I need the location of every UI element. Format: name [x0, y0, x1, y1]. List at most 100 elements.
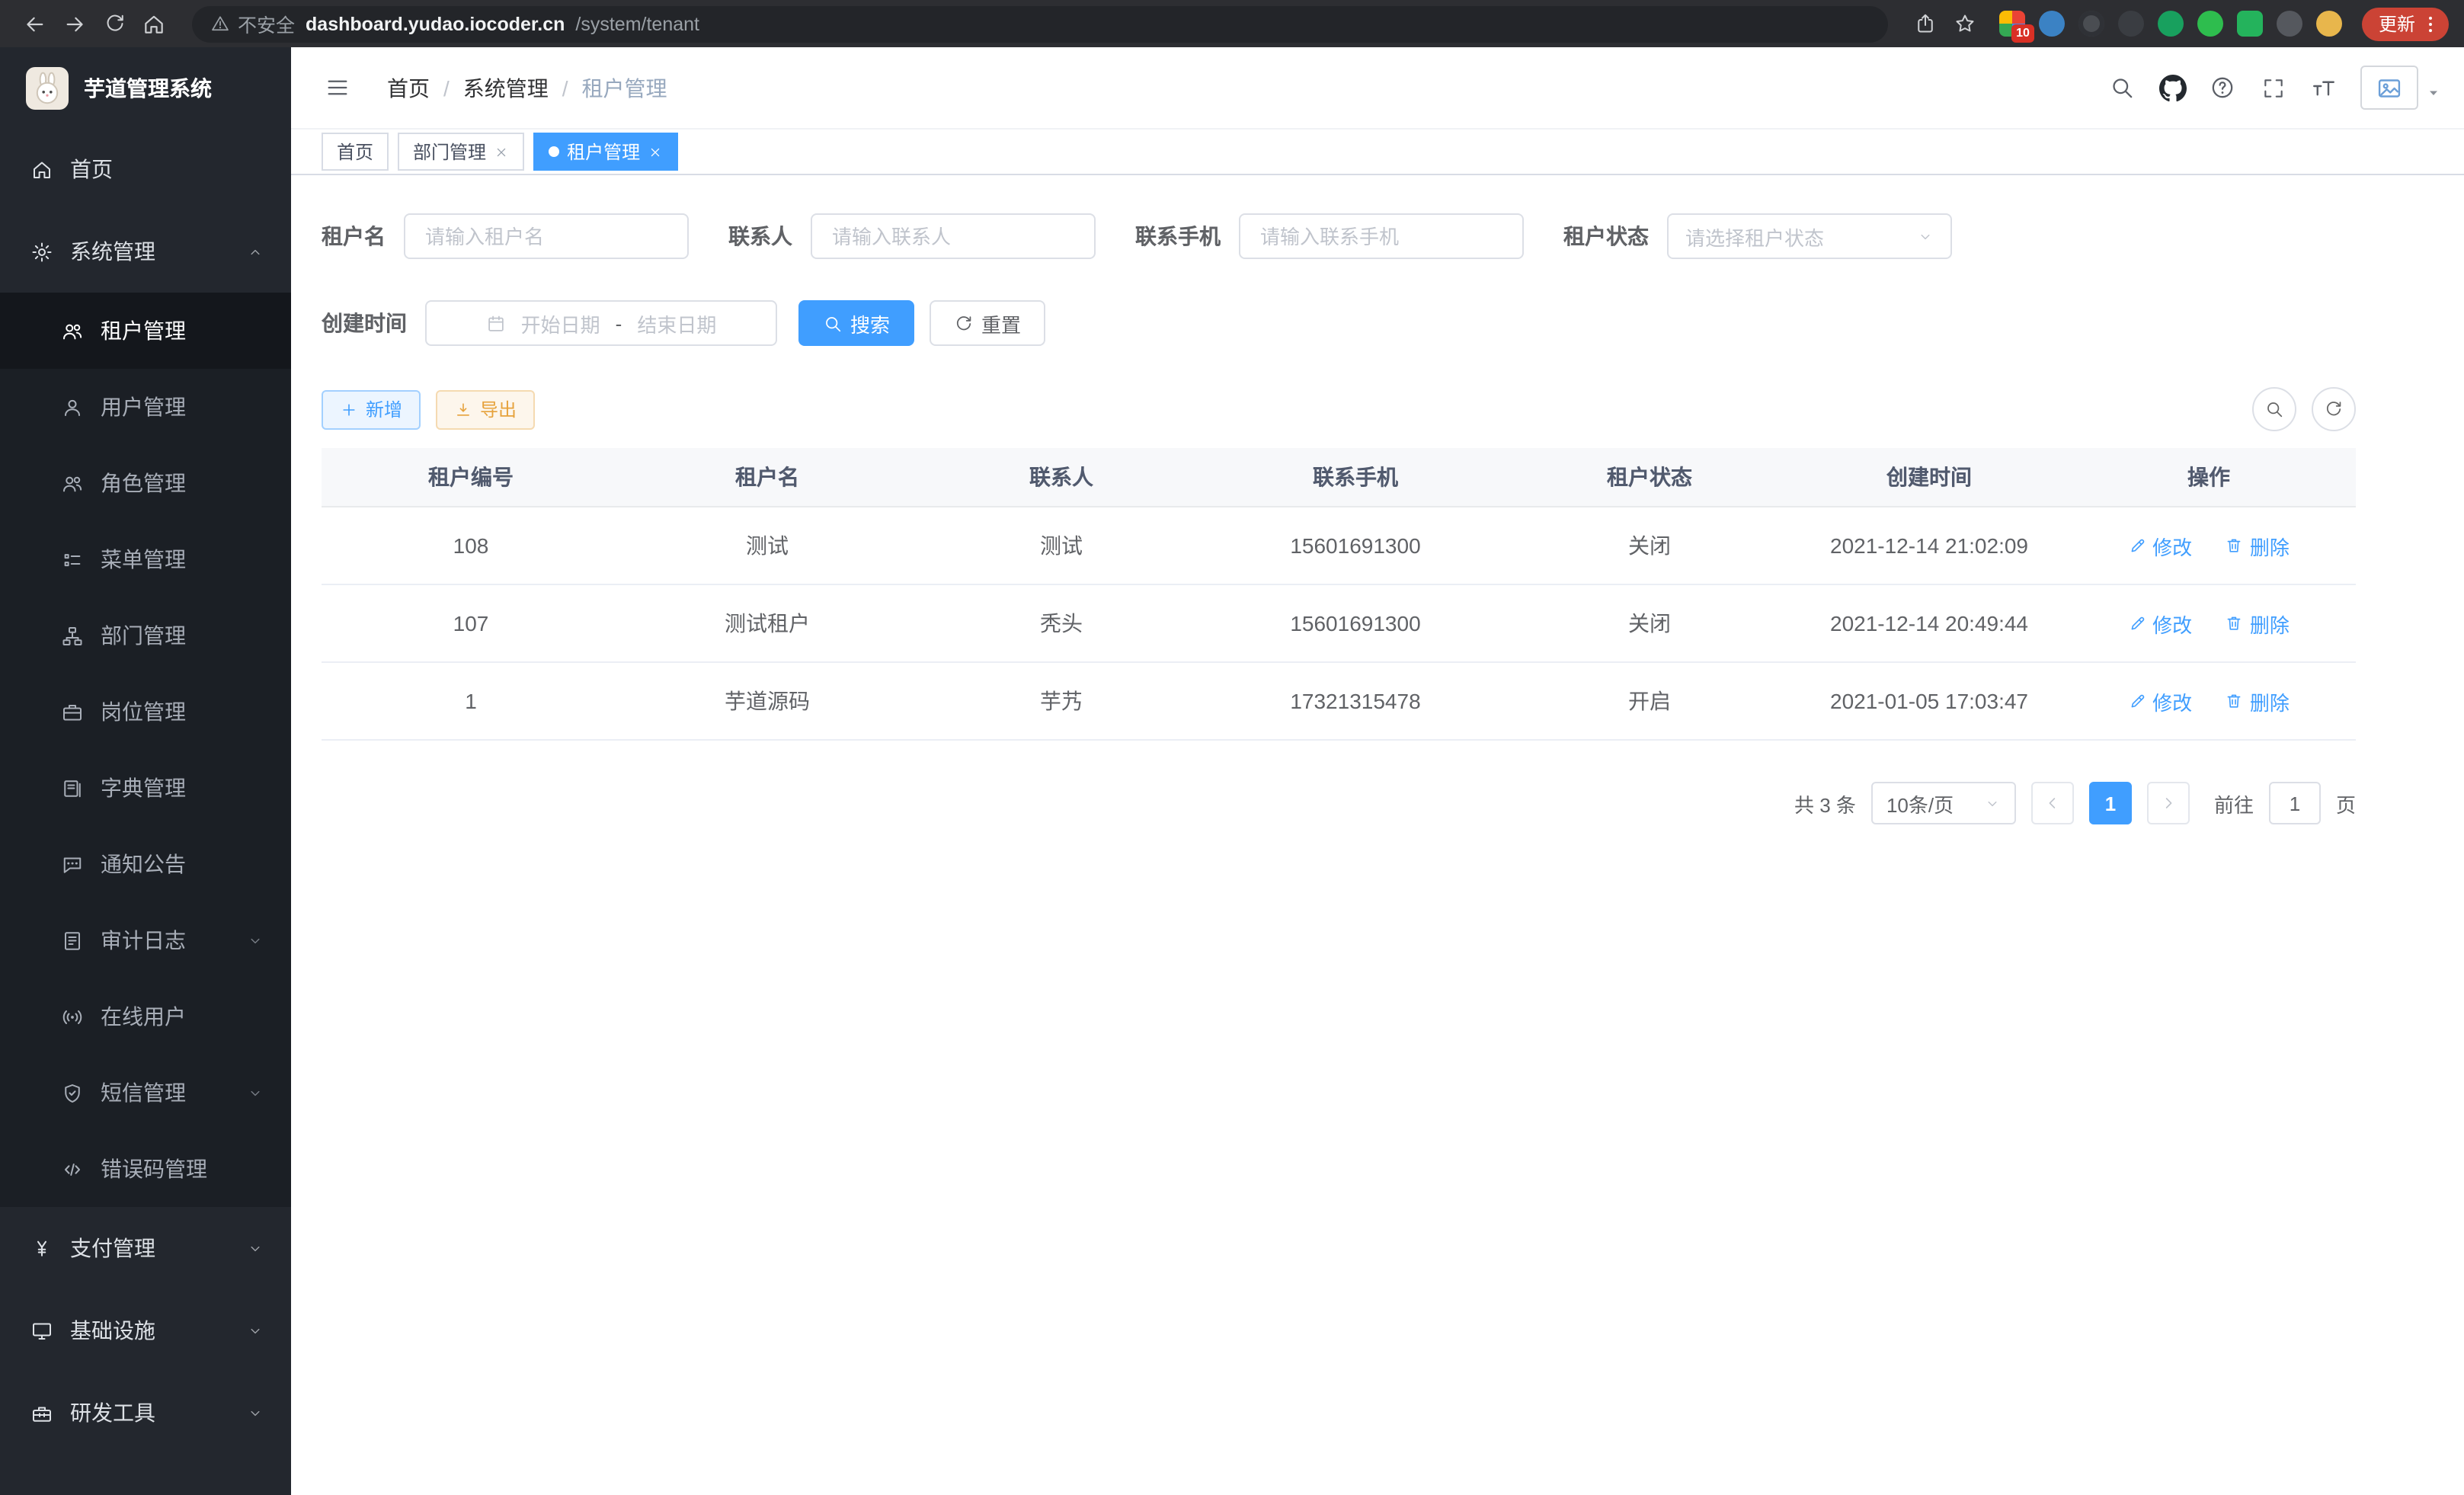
plus-icon: [340, 400, 358, 418]
edit-link[interactable]: 修改: [2128, 687, 2192, 715]
col-tenant-id: 租户编号: [322, 448, 620, 507]
sidebar-item-error-code-management[interactable]: 错误码管理: [0, 1131, 291, 1207]
tab-tenant-management[interactable]: 租户管理: [533, 133, 678, 171]
sidebar-item-audit-log[interactable]: 审计日志: [0, 902, 291, 978]
security-indicator[interactable]: 不安全: [210, 9, 295, 38]
contact-input[interactable]: [829, 223, 1077, 249]
sidebar-item-tenant-management[interactable]: 租户管理: [0, 293, 291, 369]
tab-label: 首页: [337, 139, 373, 165]
download-icon: [454, 400, 472, 418]
back-icon[interactable]: [15, 4, 55, 43]
status-select[interactable]: 请选择租户状态: [1667, 213, 1952, 259]
breadcrumb-home[interactable]: 首页: [387, 72, 430, 103]
sidebar-item-sms-management[interactable]: 短信管理: [0, 1055, 291, 1131]
edit-link[interactable]: 修改: [2128, 531, 2192, 560]
range-separator: -: [616, 312, 622, 335]
toggle-search-button[interactable]: [2252, 387, 2296, 431]
refresh-table-button[interactable]: [2312, 387, 2356, 431]
org-tree-icon: [61, 624, 84, 647]
navbar-right: [2097, 47, 2446, 128]
sidebar-item-dept-management[interactable]: 部门管理: [0, 597, 291, 674]
sidebar-item-home[interactable]: 首页: [0, 128, 291, 210]
close-icon[interactable]: [648, 144, 663, 159]
gear-icon: [30, 240, 53, 263]
sidebar-item-infrastructure[interactable]: 基础设施: [0, 1289, 291, 1372]
delete-link[interactable]: 删除: [2226, 609, 2290, 638]
sidebar-item-dict-management[interactable]: 字典管理: [0, 750, 291, 826]
security-label: 不安全: [238, 9, 295, 38]
chrome-update-button[interactable]: 更新: [2362, 7, 2449, 40]
sidebar-item-role-management[interactable]: 角色管理: [0, 445, 291, 521]
cell-mobile: 17321315478: [1208, 662, 1502, 740]
app-logo[interactable]: 芋道管理系统: [0, 47, 291, 128]
fullscreen-icon[interactable]: [2248, 47, 2298, 128]
avatar[interactable]: [2360, 66, 2418, 110]
export-button[interactable]: 导出: [436, 389, 535, 429]
reset-button[interactable]: 重置: [930, 300, 1045, 346]
extension-icon[interactable]: [2316, 11, 2342, 37]
broken-image-icon: [2376, 74, 2403, 101]
reload-icon[interactable]: [94, 4, 134, 43]
page-size-select[interactable]: 10条/页: [1871, 782, 2016, 824]
help-icon[interactable]: [2197, 47, 2248, 128]
tab-dept-management[interactable]: 部门管理: [398, 133, 524, 171]
shield-icon: [61, 1081, 84, 1104]
mobile-input[interactable]: [1257, 223, 1506, 249]
forward-icon[interactable]: [55, 4, 94, 43]
tab-home[interactable]: 首页: [322, 133, 389, 171]
share-icon[interactable]: [1906, 4, 1946, 43]
breadcrumb-system[interactable]: 系统管理: [463, 72, 549, 103]
mobile-field: 联系手机: [1135, 213, 1524, 259]
goto-page-input[interactable]: [2269, 782, 2321, 824]
sidebar-item-label: 在线用户: [101, 1001, 186, 1032]
breadcrumb-current: 租户管理: [582, 72, 667, 103]
prev-page-button[interactable]: [2031, 782, 2074, 824]
delete-link[interactable]: 删除: [2226, 531, 2290, 560]
sidebar-item-notice[interactable]: 通知公告: [0, 826, 291, 902]
extension-icon[interactable]: [2118, 11, 2144, 37]
extension-icon[interactable]: [2039, 11, 2065, 37]
warning-icon: [210, 14, 230, 34]
page-1-button[interactable]: 1: [2089, 782, 2132, 824]
sidebar-item-pay-management[interactable]: 支付管理: [0, 1207, 291, 1289]
sidebar-item-menu-management[interactable]: 菜单管理: [0, 521, 291, 597]
briefcase-icon: [61, 700, 84, 723]
sidebar-item-system-management[interactable]: 系统管理: [0, 210, 291, 293]
extension-icon[interactable]: [2197, 11, 2223, 37]
users-icon: [61, 472, 84, 495]
extension-icon[interactable]: [2277, 11, 2302, 37]
extension-icon[interactable]: [2158, 11, 2184, 37]
address-bar[interactable]: 不安全 dashboard.yudao.iocoder.cn /system/t…: [192, 5, 1888, 42]
github-icon[interactable]: [2147, 47, 2197, 128]
delete-link[interactable]: 删除: [2226, 687, 2290, 715]
sidebar-item-dev-tools[interactable]: 研发工具: [0, 1372, 291, 1454]
pagination: 共 3 条 10条/页 1 前往 页: [322, 782, 2356, 824]
bookmark-star-icon[interactable]: [1946, 4, 1986, 43]
tenant-name-field: 租户名: [322, 213, 689, 259]
chevron-down-icon: [247, 1322, 264, 1339]
system-submenu: 租户管理 用户管理 角色管理 菜单管理 部门管理: [0, 293, 291, 1207]
date-range-picker[interactable]: 开始日期 - 结束日期: [425, 300, 777, 346]
total-count: 共 3 条: [1794, 789, 1856, 818]
sidebar-toggle[interactable]: [312, 47, 363, 128]
extension-icon[interactable]: 10: [1999, 11, 2025, 37]
page-content: 租户名 联系人 联系手机 租户状态: [291, 175, 2464, 1495]
next-page-button[interactable]: [2147, 782, 2190, 824]
edit-link[interactable]: 修改: [2128, 609, 2192, 638]
caret-down-icon[interactable]: [2424, 83, 2443, 101]
extension-icon[interactable]: [2078, 11, 2104, 37]
search-button[interactable]: 搜索: [798, 300, 914, 346]
sidebar-item-post-management[interactable]: 岗位管理: [0, 674, 291, 750]
sidebar-item-user-management[interactable]: 用户管理: [0, 369, 291, 445]
search-icon[interactable]: [2097, 47, 2147, 128]
main-area: 首页 / 系统管理 / 租户管理 首页: [291, 47, 2464, 1495]
filter-row-2: 创建时间 开始日期 - 结束日期 搜索: [322, 300, 2356, 346]
home-icon[interactable]: [134, 4, 174, 43]
tenant-name-input[interactable]: [422, 223, 670, 249]
extension-icon[interactable]: [2237, 11, 2263, 37]
chevron-down-icon: [247, 932, 264, 949]
font-size-icon[interactable]: [2298, 47, 2348, 128]
add-button[interactable]: 新增: [322, 389, 421, 429]
close-icon[interactable]: [494, 144, 509, 159]
sidebar-item-online-users[interactable]: 在线用户: [0, 978, 291, 1055]
